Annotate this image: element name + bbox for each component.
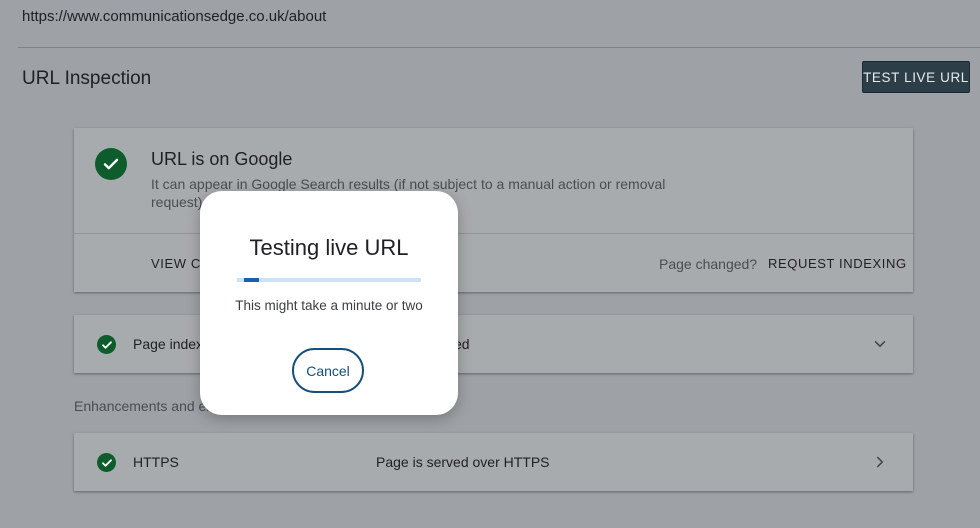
- page-changed-label: Page changed?: [659, 256, 758, 272]
- check-circle-icon: [97, 453, 116, 472]
- dialog-message: This might take a minute or two: [235, 298, 423, 313]
- cancel-button[interactable]: Cancel: [292, 348, 364, 393]
- check-circle-icon: [97, 335, 116, 354]
- progress-track: [237, 278, 421, 282]
- status-heading: URL is on Google: [151, 149, 293, 169]
- dialog-title: Testing live URL: [249, 235, 409, 260]
- check-circle-icon: [95, 148, 127, 180]
- row-status: Page is served over HTTPS: [376, 454, 550, 470]
- row-label: HTTPS: [133, 454, 179, 470]
- test-live-url-button[interactable]: TEST LIVE URL: [862, 61, 970, 93]
- progress-fill: [244, 278, 259, 282]
- request-indexing-button[interactable]: REQUEST INDEXING: [768, 256, 907, 271]
- testing-live-url-dialog: Testing live URL This might take a minut…: [200, 191, 458, 415]
- enhancements-section-label: Enhancements and exp: [74, 398, 222, 414]
- https-row[interactable]: HTTPS Page is served over HTTPS: [74, 433, 913, 491]
- chevron-down-icon[interactable]: [871, 335, 889, 353]
- header-divider: [18, 47, 980, 48]
- page-title: URL Inspection: [22, 68, 152, 89]
- url-display: https://www.communicationsedge.co.uk/abo…: [22, 8, 327, 25]
- row-label: Page index: [133, 336, 204, 352]
- chevron-right-icon[interactable]: [871, 453, 889, 471]
